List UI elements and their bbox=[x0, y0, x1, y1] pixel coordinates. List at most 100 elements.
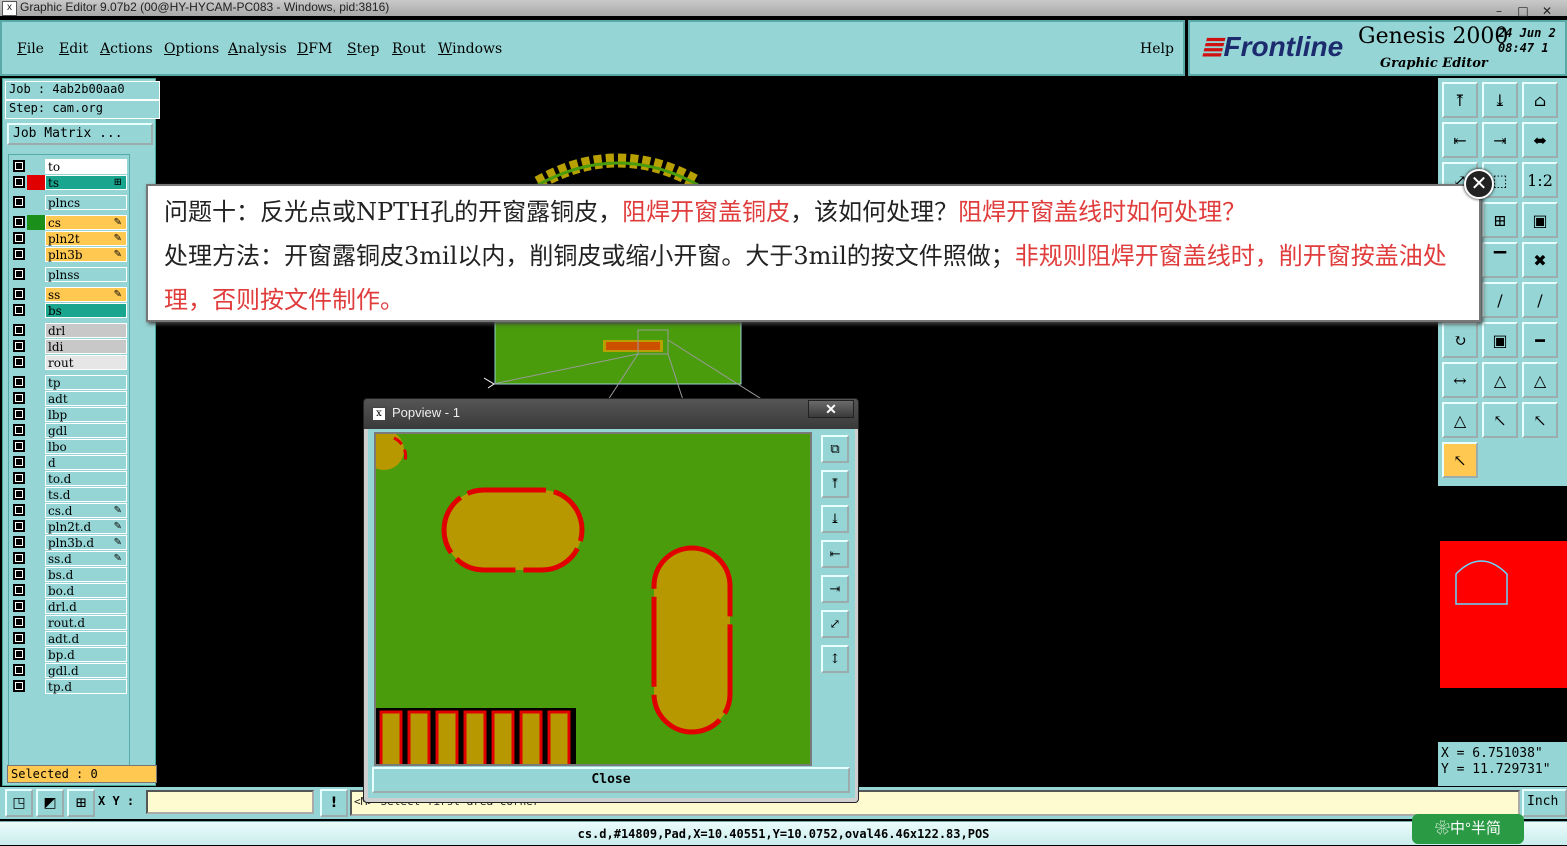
layer-row-plncs[interactable]: plncs bbox=[11, 195, 129, 210]
layer-row-gdl-d[interactable]: gdl.d bbox=[11, 663, 129, 678]
layer-checkbox[interactable] bbox=[13, 268, 25, 280]
layer-checkbox[interactable] bbox=[13, 376, 25, 388]
popview-down-icon[interactable]: ⤓ bbox=[821, 505, 849, 533]
menu-edit[interactable]: Edit bbox=[59, 41, 88, 57]
layer-name[interactable]: ss.d ✎ bbox=[45, 551, 127, 566]
popview-canvas[interactable] bbox=[374, 432, 812, 766]
layer-name[interactable]: bp.d bbox=[45, 647, 127, 662]
layer-row-cs[interactable]: cs ✎ bbox=[11, 215, 129, 230]
layer-row-bo-d[interactable]: bo.d bbox=[11, 583, 129, 598]
layer-name[interactable]: bs.d bbox=[45, 567, 127, 582]
layer-row-tp-d[interactable]: tp.d bbox=[11, 679, 129, 694]
layer-color-swatch[interactable] bbox=[27, 231, 45, 246]
layer-color-swatch[interactable] bbox=[27, 303, 45, 318]
layer-color-swatch[interactable] bbox=[27, 471, 45, 486]
layer-row-tp[interactable]: tp bbox=[11, 375, 129, 390]
menu-dfm[interactable]: DFM bbox=[297, 41, 332, 57]
layer-name[interactable]: gdl.d bbox=[45, 663, 127, 678]
menu-help[interactable]: Help bbox=[1140, 41, 1174, 57]
layer-row-rout[interactable]: rout bbox=[11, 355, 129, 370]
layer-name[interactable]: lbp bbox=[45, 407, 127, 422]
layer-checkbox[interactable] bbox=[13, 520, 25, 532]
layer-checkbox[interactable] bbox=[13, 632, 25, 644]
layer-color-swatch[interactable] bbox=[27, 423, 45, 438]
layer-color-swatch[interactable] bbox=[27, 679, 45, 694]
layer-name[interactable]: ldi bbox=[45, 339, 127, 354]
layer-checkbox[interactable] bbox=[13, 424, 25, 436]
layer-row-pln3b[interactable]: pln3b ✎ bbox=[11, 247, 129, 262]
layer-checkbox[interactable] bbox=[13, 456, 25, 468]
layer-name[interactable]: plnss bbox=[45, 267, 127, 282]
layer-name[interactable]: to.d bbox=[45, 471, 127, 486]
layer-row-ldi[interactable]: ldi bbox=[11, 339, 129, 354]
layer-row-ss[interactable]: ss ✎ bbox=[11, 287, 129, 302]
layer-color-swatch[interactable] bbox=[27, 247, 45, 262]
layer-name[interactable]: ss ✎ bbox=[45, 287, 127, 302]
layer-row-ts[interactable]: ts ⊞ bbox=[11, 175, 129, 190]
menu-options[interactable]: Options bbox=[164, 41, 219, 57]
layer-checkbox[interactable] bbox=[13, 584, 25, 596]
close-window-icon[interactable]: ✕ bbox=[1535, 4, 1559, 18]
layer-checkbox[interactable] bbox=[13, 472, 25, 484]
layer-name[interactable]: to bbox=[45, 159, 127, 174]
layer-color-swatch[interactable] bbox=[27, 175, 45, 190]
popview-close-button[interactable]: Close bbox=[372, 767, 850, 793]
layer-checkbox[interactable] bbox=[13, 248, 25, 260]
layer-checkbox[interactable] bbox=[13, 600, 25, 612]
layer-checkbox[interactable] bbox=[13, 288, 25, 300]
popview-zoom-icon[interactable]: ⤢ bbox=[821, 610, 849, 638]
layer-checkbox[interactable] bbox=[13, 680, 25, 692]
tool-pad-icon[interactable]: ▣ bbox=[1482, 322, 1518, 358]
layer-name[interactable]: ts.d bbox=[45, 487, 127, 502]
menu-rout[interactable]: Rout bbox=[392, 41, 426, 57]
layer-color-swatch[interactable] bbox=[27, 535, 45, 550]
layer-row-to[interactable]: to bbox=[11, 159, 129, 174]
layer-color-swatch[interactable] bbox=[27, 375, 45, 390]
layer-checkbox[interactable] bbox=[13, 232, 25, 244]
layer-name[interactable]: pln2t ✎ bbox=[45, 231, 127, 246]
layer-name[interactable]: lbo bbox=[45, 439, 127, 454]
menu-actions[interactable]: Actions bbox=[100, 41, 153, 57]
menu-step[interactable]: Step bbox=[347, 41, 379, 57]
tool-tri-1-icon[interactable]: △ bbox=[1482, 362, 1518, 398]
layer-row-bs-d[interactable]: bs.d bbox=[11, 567, 129, 582]
tool-snap-icon[interactable]: ⊞ bbox=[1482, 202, 1518, 238]
layer-row-bp-d[interactable]: bp.d bbox=[11, 647, 129, 662]
layer-color-swatch[interactable] bbox=[27, 339, 45, 354]
tool-dim-icon[interactable]: ↔ bbox=[1442, 362, 1478, 398]
popview-up-icon[interactable]: ⤒ bbox=[821, 470, 849, 498]
layer-color-swatch[interactable] bbox=[27, 287, 45, 302]
layer-name[interactable]: gdl bbox=[45, 423, 127, 438]
layer-color-swatch[interactable] bbox=[27, 615, 45, 630]
layer-checkbox[interactable] bbox=[13, 160, 25, 172]
popview-close-icon[interactable]: ✕ bbox=[808, 400, 854, 418]
tool-select-2-icon[interactable]: ↖ bbox=[1522, 402, 1558, 438]
layer-color-swatch[interactable] bbox=[27, 487, 45, 502]
layer-color-swatch[interactable] bbox=[27, 323, 45, 338]
layer-checkbox[interactable] bbox=[13, 340, 25, 352]
layer-color-swatch[interactable] bbox=[27, 439, 45, 454]
layer-row-adt-d[interactable]: adt.d bbox=[11, 631, 129, 646]
layer-checkbox[interactable] bbox=[13, 664, 25, 676]
layer-name[interactable]: cs ✎ bbox=[45, 215, 127, 230]
tool-line-icon[interactable]: ∕ bbox=[1482, 282, 1518, 318]
tool-select-icon[interactable]: ↖ bbox=[1482, 402, 1518, 438]
angle-mode-button[interactable]: ◩ bbox=[36, 789, 64, 817]
layer-row-ts-d[interactable]: ts.d bbox=[11, 487, 129, 502]
tool-line-2-icon[interactable]: ∕ bbox=[1522, 282, 1558, 318]
unit-button[interactable]: Inch bbox=[1522, 789, 1567, 817]
tool-home-up-icon[interactable]: ⤒ bbox=[1442, 82, 1478, 118]
layer-row-pln2t-d[interactable]: pln2t.d ✎ bbox=[11, 519, 129, 534]
layer-color-swatch[interactable] bbox=[27, 267, 45, 282]
popview-pan-icon[interactable]: ↕ bbox=[821, 645, 849, 673]
layer-color-swatch[interactable] bbox=[27, 519, 45, 534]
layer-row-plnss[interactable]: plnss bbox=[11, 267, 129, 282]
tool-ruler-icon[interactable]: ▔ bbox=[1482, 242, 1518, 278]
layer-row-lbp[interactable]: lbp bbox=[11, 407, 129, 422]
layer-name[interactable]: pln3b ✎ bbox=[45, 247, 127, 262]
layer-name[interactable]: pln2t.d ✎ bbox=[45, 519, 127, 534]
layer-row-pln3b-d[interactable]: pln3b.d ✎ bbox=[11, 535, 129, 550]
layer-color-swatch[interactable] bbox=[27, 551, 45, 566]
layer-row-adt[interactable]: adt bbox=[11, 391, 129, 406]
layer-color-swatch[interactable] bbox=[27, 583, 45, 598]
